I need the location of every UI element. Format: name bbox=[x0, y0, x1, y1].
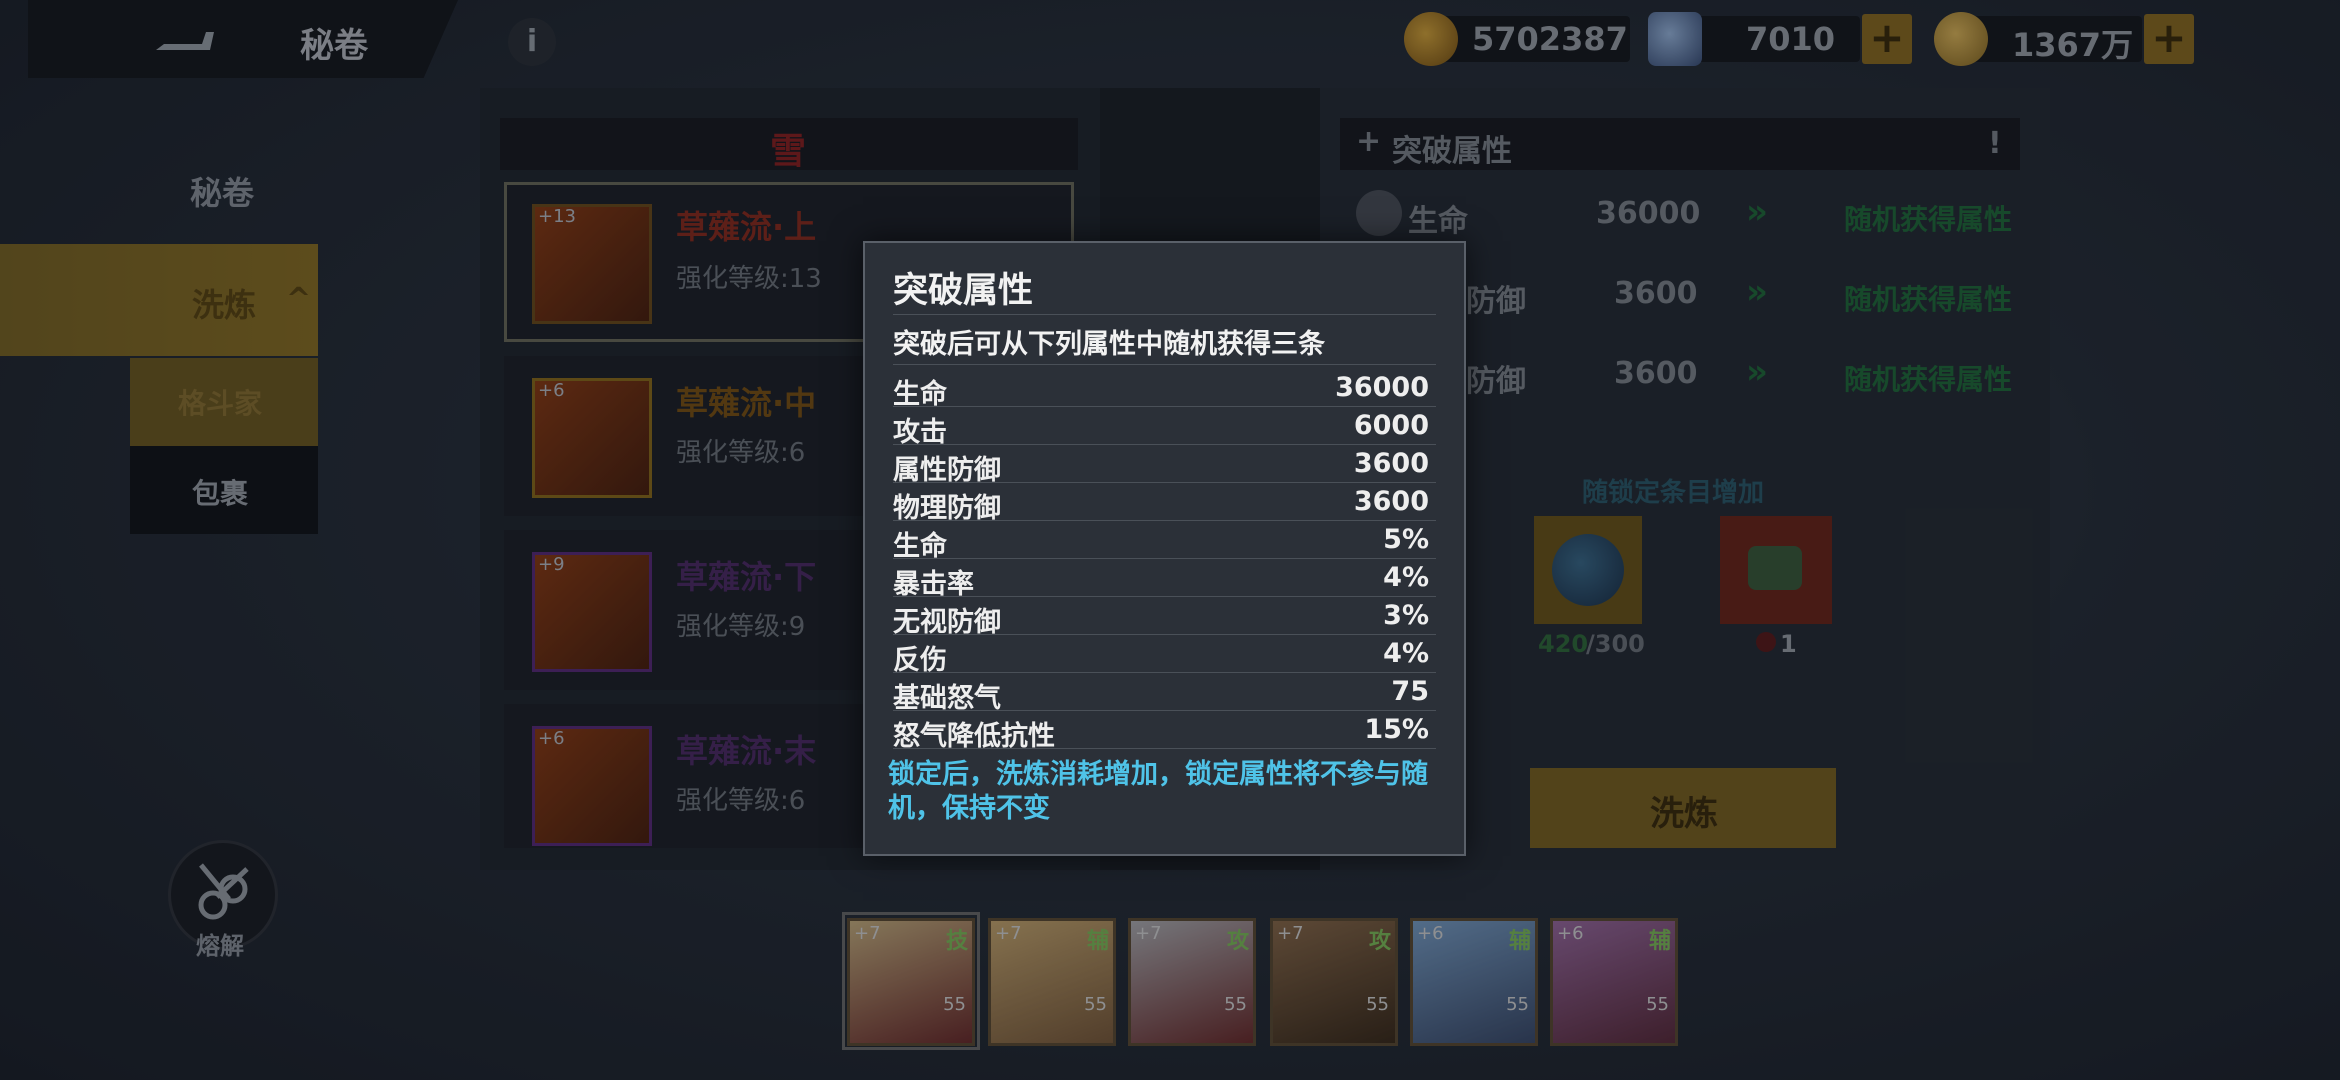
tooltip-row: 基础怒气 75 bbox=[893, 672, 1429, 714]
divider bbox=[893, 748, 1436, 749]
divider bbox=[893, 314, 1436, 315]
divider bbox=[893, 364, 1436, 365]
attr-value: 4% bbox=[1383, 562, 1429, 593]
tooltip-row: 物理防御 3600 bbox=[893, 482, 1429, 524]
tooltip-row: 生命 5% bbox=[893, 520, 1429, 562]
tooltip-row: 生命 36000 bbox=[893, 368, 1429, 410]
attr-value: 15% bbox=[1364, 714, 1429, 745]
tooltip-row: 无视防御 3% bbox=[893, 596, 1429, 638]
attr-value: 5% bbox=[1383, 524, 1429, 555]
attr-value: 4% bbox=[1383, 638, 1429, 669]
tooltip-row: 暴击率 4% bbox=[893, 558, 1429, 600]
tooltip-row: 怒气降低抗性 15% bbox=[893, 710, 1429, 752]
tooltip-row: 攻击 6000 bbox=[893, 406, 1429, 448]
attr-value: 3600 bbox=[1353, 486, 1429, 517]
attr-value: 36000 bbox=[1335, 372, 1429, 403]
attr-value: 6000 bbox=[1353, 410, 1429, 441]
attr-value: 3600 bbox=[1353, 448, 1429, 479]
tooltip-row: 反伤 4% bbox=[893, 634, 1429, 676]
tooltip-row: 属性防御 3600 bbox=[893, 444, 1429, 486]
attr-value: 75 bbox=[1391, 676, 1429, 707]
tooltip-subtitle: 突破后可从下列属性中随机获得三条 bbox=[893, 329, 1325, 360]
tooltip-note: 锁定后，洗炼消耗增加，锁定属性将不参与随机，保持不变 bbox=[888, 759, 1428, 824]
attr-value: 3% bbox=[1383, 600, 1429, 631]
tooltip-title: 突破属性 bbox=[893, 271, 1034, 311]
